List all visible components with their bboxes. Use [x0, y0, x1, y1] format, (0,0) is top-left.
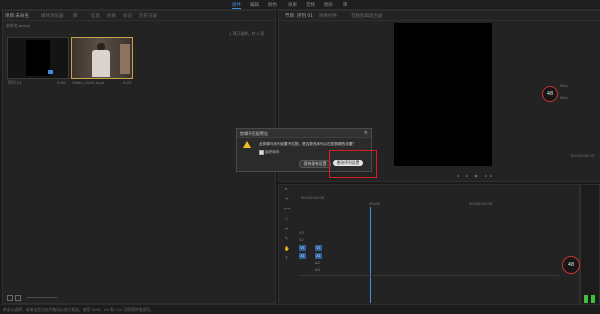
project-panel-tabs: 项目:未命名 媒体浏览器 库 信息 效果 标记 历史记录	[3, 11, 275, 21]
program-video-frame	[394, 23, 492, 166]
track-a3[interactable]: A3	[315, 268, 320, 272]
project-file-name: 未命名.prproj	[6, 23, 30, 28]
cpu-gauge-top: 48	[542, 86, 558, 102]
dialog-titlebar: 剪辑不匹配警告 ×	[237, 129, 371, 138]
tab-info[interactable]: 信息	[91, 13, 100, 19]
keep-settings-button[interactable]: 保持现有设置	[299, 160, 331, 168]
sequence-icon	[48, 70, 53, 74]
item-name: Video_20XX.mp4	[72, 80, 105, 85]
dialog-message: 此剪辑与序列设置不匹配。是否更改序列以匹配剪辑的设置？	[259, 142, 357, 146]
item-name: 序列 01	[8, 80, 22, 85]
tab-effect-controls[interactable]: 效果控件	[319, 13, 337, 19]
workspace-tab-color[interactable]: 颜色	[268, 2, 277, 8]
ruler-mark-5s: 00:00:05:00	[469, 201, 493, 206]
item-duration: 0:00	[57, 80, 66, 85]
track-a1[interactable]: A1	[299, 253, 306, 259]
always-ask-checkbox[interactable]	[259, 150, 264, 155]
project-item-sequence[interactable]: 序列 01 0:00	[7, 37, 69, 89]
selection-tool-icon[interactable]: ▸	[284, 187, 289, 192]
program-monitor-tabs: 节目: 序列 01 效果控件 音频剪辑混合器	[279, 11, 600, 21]
hand-tool-icon[interactable]: ✋	[284, 247, 290, 252]
track-select-tool-icon[interactable]: ⇥	[284, 197, 289, 202]
track-v1-target[interactable]: V1	[315, 245, 322, 251]
track-v1[interactable]: V1	[299, 245, 306, 251]
meter-bar-left	[584, 295, 588, 303]
sequence-thumbnail	[7, 37, 69, 79]
meter-bar-right	[591, 295, 595, 303]
tab-effects[interactable]: 效果	[107, 13, 116, 19]
track-a2[interactable]: A2	[315, 261, 320, 265]
gauge-value: 48	[546, 91, 554, 97]
tab-history[interactable]: 历史记录	[139, 13, 157, 19]
workspace-tab-graphics[interactable]: 图形	[324, 2, 333, 8]
tab-libraries[interactable]: 库	[73, 13, 78, 19]
cpu-gauge-bottom: 48	[562, 256, 580, 274]
pen-tool-icon[interactable]: ✎	[284, 237, 289, 242]
ruler-start: 00:00	[369, 201, 380, 206]
audio-meter	[580, 184, 600, 308]
track-a1-target[interactable]: A1	[315, 253, 322, 259]
timeline-timecode: 00:00:00:00	[301, 195, 325, 200]
tab-markers[interactable]: 标记	[123, 13, 132, 19]
workspace-tab-library[interactable]: 库	[343, 2, 348, 8]
program-duration: 00:00:00:23	[571, 153, 595, 158]
person-body	[92, 50, 110, 77]
item-duration: 0:03	[123, 80, 132, 85]
workspace-tab-edit[interactable]: 编辑	[250, 2, 259, 8]
project-item-video[interactable]: Video_20XX.mp4 0:03	[71, 37, 133, 89]
type-tool-icon[interactable]: T	[284, 257, 289, 262]
project-panel: 项目:未命名 媒体浏览器 库 信息 效果 标记 历史记录 未命名.prproj …	[2, 10, 276, 304]
workspace-tab-assembly[interactable]: 组件	[232, 2, 241, 9]
tab-audio-mixer[interactable]: 音频剪辑混合器	[351, 13, 383, 19]
net-up-top: 0K/s	[560, 84, 568, 88]
workspace-tab-effects[interactable]: 效果	[288, 2, 297, 8]
list-view-icon[interactable]	[7, 295, 13, 301]
zoom-slider[interactable]	[27, 297, 57, 298]
gauge-value: 48	[567, 262, 575, 268]
close-icon[interactable]: ×	[364, 130, 368, 136]
tab-program[interactable]: 节目: 序列 01	[285, 13, 313, 19]
playhead[interactable]	[370, 207, 371, 303]
status-text: 单击以选择，或单击空白处并拖动以进行框选。使用 Shift、Alt 和 Ctrl…	[3, 306, 154, 312]
tab-media-browser[interactable]: 媒体浏览器	[41, 13, 64, 19]
track-v3[interactable]: V3	[299, 231, 304, 235]
ripple-edit-tool-icon[interactable]: ⟷	[284, 207, 290, 212]
icon-view-icon[interactable]	[15, 295, 21, 301]
dialog-title: 剪辑不匹配警告	[240, 130, 268, 136]
playback-controls[interactable]: ◂ ▸ ▶ ▸▸	[457, 173, 495, 178]
timeline-panel: 00:00:00:00 00:00 00:00:05:00 V3 V2 V1 V…	[278, 184, 580, 308]
track-v2[interactable]: V2	[299, 238, 304, 242]
checkbox-label: 始终询问	[265, 149, 280, 154]
slip-tool-icon[interactable]: ↔	[284, 227, 289, 232]
tab-project[interactable]: 项目:未命名	[5, 13, 29, 19]
razor-tool-icon[interactable]: ◇	[284, 217, 289, 222]
workspace-tab-audio[interactable]: 音频	[306, 2, 315, 8]
selection-info: 1 项已选择，共 2 项	[229, 31, 265, 36]
warning-icon	[243, 141, 251, 148]
video-thumbnail	[71, 37, 133, 79]
net-down-top: 0K/s	[560, 96, 568, 100]
highlight-box	[329, 150, 377, 178]
workspace-bar: 组件 编辑 颜色 效果 音频 图形 库	[0, 0, 600, 10]
